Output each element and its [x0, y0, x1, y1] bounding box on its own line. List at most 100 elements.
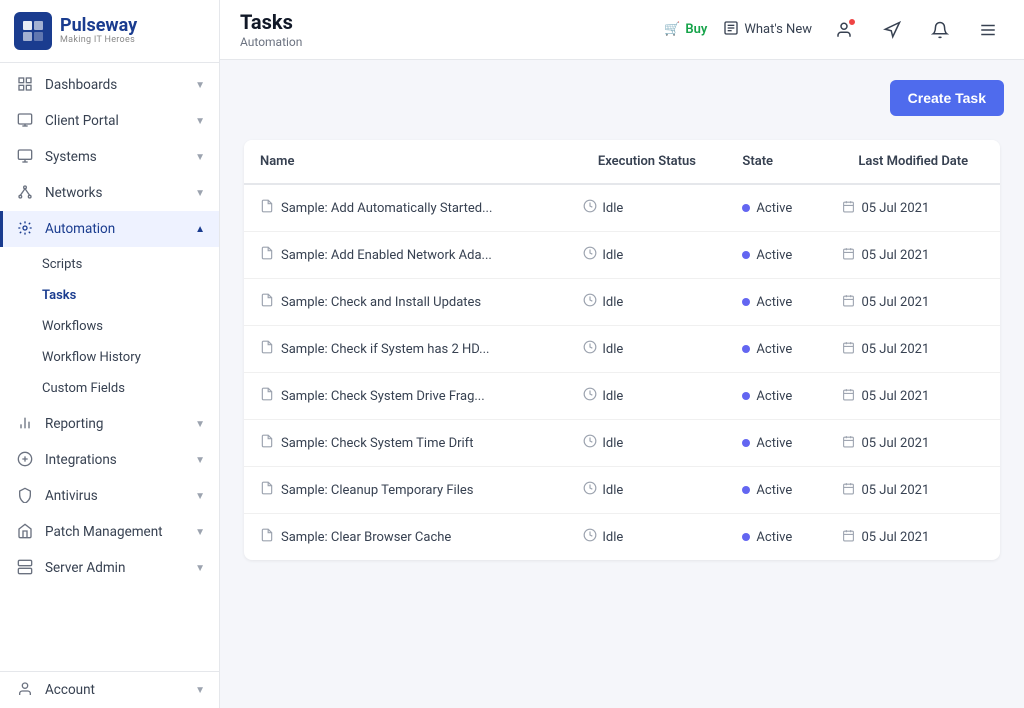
table-row[interactable]: Sample: Cleanup Temporary Files Idle Act… — [244, 467, 1000, 514]
table-row[interactable]: Sample: Clear Browser Cache Idle Active — [244, 514, 1000, 561]
active-state-dot — [742, 533, 750, 541]
calendar-icon — [842, 294, 855, 311]
idle-clock-icon — [583, 481, 597, 499]
whats-new-button[interactable]: What's New — [723, 20, 812, 40]
monitor-icon — [17, 148, 35, 166]
sidebar-item-tasks[interactable]: Tasks — [0, 280, 219, 311]
task-exec-status-cell: Idle — [567, 373, 726, 420]
automation-sub-nav: Scripts Tasks Workflows Workflow History… — [0, 247, 219, 406]
task-date-cell: 05 Jul 2021 — [826, 373, 1000, 420]
workflow-history-label: Workflow History — [42, 350, 141, 365]
browser-icon — [17, 112, 35, 130]
chevron-down-icon: ▼ — [195, 116, 205, 127]
sidebar-item-scripts[interactable]: Scripts — [0, 249, 219, 280]
sidebar-item-dashboards[interactable]: Dashboards ▼ — [0, 67, 219, 103]
megaphone-button[interactable] — [876, 14, 908, 46]
calendar-icon — [842, 482, 855, 499]
reporting-icon — [17, 415, 35, 433]
user-notification-dot — [848, 18, 856, 26]
grid-icon — [17, 76, 35, 94]
sidebar-item-systems[interactable]: Systems ▼ — [0, 139, 219, 175]
user-button[interactable] — [828, 14, 860, 46]
dashboards-label: Dashboards — [45, 77, 117, 93]
table-row[interactable]: Sample: Add Enabled Network Ada... Idle … — [244, 232, 1000, 279]
task-state-cell: Active — [726, 279, 826, 326]
buy-button[interactable]: 🛒 Buy — [664, 22, 707, 37]
table-row[interactable]: Sample: Check and Install Updates Idle A… — [244, 279, 1000, 326]
idle-clock-icon — [583, 528, 597, 546]
task-exec-status-cell: Idle — [567, 514, 726, 561]
workflows-label: Workflows — [42, 319, 103, 334]
logo-tagline: Making IT Heroes — [60, 35, 137, 45]
task-date-cell: 05 Jul 2021 — [826, 232, 1000, 279]
sidebar-item-integrations[interactable]: Integrations ▼ — [0, 442, 219, 478]
sidebar-item-patch-management[interactable]: Patch Management ▼ — [0, 514, 219, 550]
calendar-icon — [842, 388, 855, 405]
logo-name: Pulseway — [60, 17, 137, 35]
task-exec-status-cell: Idle — [567, 420, 726, 467]
sidebar-item-workflows[interactable]: Workflows — [0, 311, 219, 342]
sidebar-item-workflow-history[interactable]: Workflow History — [0, 342, 219, 373]
task-name-cell: Sample: Add Enabled Network Ada... — [244, 232, 567, 279]
table-row[interactable]: Sample: Check if System has 2 HD... Idle… — [244, 326, 1000, 373]
sidebar-item-client-portal[interactable]: Client Portal ▼ — [0, 103, 219, 139]
shield-icon — [17, 487, 35, 505]
task-state-cell: Active — [726, 373, 826, 420]
task-doc-icon — [260, 199, 274, 217]
col-header-last-modified-date: Last Modified Date — [826, 140, 1000, 184]
task-name-cell: Sample: Check System Time Drift — [244, 420, 567, 467]
tasks-table-body: Sample: Add Automatically Started... Idl… — [244, 184, 1000, 560]
topbar: Tasks Automation 🛒 Buy What's New — [220, 0, 1024, 60]
integrations-label: Integrations — [45, 452, 117, 468]
automation-icon — [17, 220, 35, 238]
whats-new-label: What's New — [744, 22, 812, 37]
task-date-cell: 05 Jul 2021 — [826, 514, 1000, 561]
patch-management-label: Patch Management — [45, 524, 163, 540]
notifications-button[interactable] — [924, 14, 956, 46]
chevron-down-icon: ▼ — [195, 563, 205, 574]
sidebar-item-automation[interactable]: Automation ▲ — [0, 211, 219, 247]
task-name-cell: Sample: Check and Install Updates — [244, 279, 567, 326]
create-task-button[interactable]: Create Task — [890, 80, 1004, 116]
col-header-name: Name — [244, 140, 567, 184]
chevron-down-icon: ▼ — [195, 188, 205, 199]
idle-clock-icon — [583, 293, 597, 311]
table-row[interactable]: Sample: Add Automatically Started... Idl… — [244, 184, 1000, 232]
task-state-cell: Active — [726, 232, 826, 279]
chevron-down-icon: ▼ — [195, 455, 205, 466]
sidebar: Pulseway Making IT Heroes Dashboards ▼ C… — [0, 0, 220, 708]
menu-button[interactable] — [972, 14, 1004, 46]
idle-clock-icon — [583, 387, 597, 405]
sidebar-item-server-admin[interactable]: Server Admin ▼ — [0, 550, 219, 586]
active-state-dot — [742, 486, 750, 494]
news-icon — [723, 20, 739, 40]
active-state-dot — [742, 392, 750, 400]
chevron-down-icon: ▼ — [195, 80, 205, 91]
idle-clock-icon — [583, 246, 597, 264]
network-icon — [17, 184, 35, 202]
col-header-execution-status: Execution Status — [567, 140, 726, 184]
task-doc-icon — [260, 387, 274, 405]
networks-label: Networks — [45, 185, 102, 201]
custom-fields-label: Custom Fields — [42, 381, 125, 396]
task-state-cell: Active — [726, 184, 826, 232]
sidebar-item-account[interactable]: Account ▼ — [0, 672, 219, 708]
sidebar-item-reporting[interactable]: Reporting ▼ — [0, 406, 219, 442]
scripts-label: Scripts — [42, 257, 82, 272]
topbar-actions: 🛒 Buy What's New — [664, 14, 1004, 46]
server-icon — [17, 559, 35, 577]
systems-label: Systems — [45, 149, 97, 165]
sidebar-item-networks[interactable]: Networks ▼ — [0, 175, 219, 211]
task-name-cell: Sample: Cleanup Temporary Files — [244, 467, 567, 514]
task-doc-icon — [260, 293, 274, 311]
sidebar-item-custom-fields[interactable]: Custom Fields — [0, 373, 219, 404]
logo-icon — [14, 12, 52, 50]
chevron-down-icon: ▼ — [195, 685, 205, 696]
table-row[interactable]: Sample: Check System Time Drift Idle Act… — [244, 420, 1000, 467]
sidebar-item-antivirus[interactable]: Antivirus ▼ — [0, 478, 219, 514]
page-title-section: Tasks Automation — [240, 10, 664, 49]
table-row[interactable]: Sample: Check System Drive Frag... Idle … — [244, 373, 1000, 420]
task-state-cell: Active — [726, 326, 826, 373]
task-date-cell: 05 Jul 2021 — [826, 467, 1000, 514]
chevron-down-icon: ▼ — [195, 527, 205, 538]
